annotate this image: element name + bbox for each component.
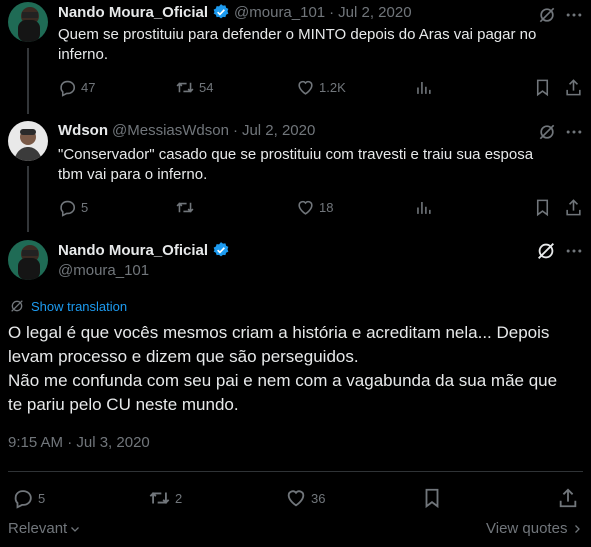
avatar[interactable] <box>8 240 48 280</box>
reply-icon <box>12 487 34 509</box>
like-button[interactable]: 1.2K <box>296 78 346 97</box>
like-icon <box>296 78 315 97</box>
retweet-button[interactable] <box>175 198 199 217</box>
separator-dot: · <box>329 3 335 21</box>
reply-count: 47 <box>81 80 96 95</box>
verified-badge-icon <box>212 3 230 21</box>
show-translation-label: Show translation <box>31 298 128 314</box>
chevron-down-icon <box>69 523 81 535</box>
divider <box>8 471 583 472</box>
retweet-icon <box>175 78 195 97</box>
avatar[interactable] <box>8 2 48 42</box>
retweet-button[interactable]: 54 <box>175 78 213 97</box>
retweet-icon <box>175 198 195 217</box>
reply-icon <box>58 78 77 97</box>
retweet-count: 2 <box>175 490 183 506</box>
bookmark-icon[interactable] <box>421 487 443 509</box>
author-name[interactable]: Wdson <box>58 122 108 139</box>
tweet-text: O legal é que vocês mesmos criam a histó… <box>8 323 558 414</box>
author-handle[interactable]: @moura_101 <box>234 4 325 21</box>
translate-icon <box>9 298 25 314</box>
like-count: 18 <box>319 200 334 215</box>
reply-count: 5 <box>81 200 89 215</box>
thread-line <box>27 166 29 232</box>
avatar[interactable] <box>8 121 48 161</box>
reply-icon <box>58 198 77 217</box>
share-icon[interactable] <box>557 487 579 509</box>
author-handle[interactable]: @moura_101 <box>58 262 149 279</box>
share-icon[interactable] <box>564 78 583 97</box>
reply-button[interactable]: 47 <box>58 78 95 97</box>
tweet-timestamp[interactable]: 9:15 AM · Jul 3, 2020 <box>8 434 150 451</box>
verified-badge-icon <box>212 241 230 259</box>
separator-dot: · <box>232 122 238 139</box>
chevron-right-icon <box>571 523 583 535</box>
sort-label: Relevant <box>8 520 68 537</box>
reply-button[interactable]: 5 <box>58 198 88 217</box>
grok-icon[interactable] <box>535 240 557 262</box>
bookmark-icon[interactable] <box>533 198 552 217</box>
thread-line <box>27 48 29 114</box>
reply-button[interactable]: 5 <box>12 487 45 509</box>
author-name[interactable]: Nando Moura_Oficial <box>58 242 208 259</box>
tweet-text: "Conservador" casado que se prostituiu c… <box>58 146 534 183</box>
share-icon[interactable] <box>564 198 583 217</box>
like-button[interactable]: 18 <box>296 198 333 217</box>
views-icon[interactable] <box>414 198 433 217</box>
tweet-date[interactable]: Jul 2, 2020 <box>338 4 411 21</box>
like-button[interactable]: 36 <box>285 487 325 509</box>
author-handle[interactable]: @MessiasWdson <box>112 122 229 139</box>
show-translation-link[interactable]: Show translation <box>9 298 127 314</box>
retweet-button[interactable]: 2 <box>148 487 182 509</box>
view-quotes-label: View quotes <box>486 520 568 537</box>
bookmark-icon[interactable] <box>533 78 552 97</box>
tweet-text: Quem se prostituiu para defender o MINTO… <box>58 26 537 63</box>
views-icon[interactable] <box>414 78 433 97</box>
view-quotes-link[interactable]: View quotes <box>486 520 583 537</box>
like-count: 36 <box>311 490 326 506</box>
author-name[interactable]: Nando Moura_Oficial <box>58 4 208 21</box>
retweet-count: 54 <box>199 80 214 95</box>
retweet-icon <box>148 487 171 509</box>
reply-count: 5 <box>38 490 46 506</box>
grok-icon[interactable] <box>537 5 557 25</box>
grok-icon[interactable] <box>537 122 557 142</box>
like-icon <box>296 198 315 217</box>
tweet-date[interactable]: Jul 2, 2020 <box>242 122 315 139</box>
more-icon[interactable] <box>564 122 584 142</box>
like-icon <box>285 487 307 509</box>
more-icon[interactable] <box>564 5 584 25</box>
more-icon[interactable] <box>564 241 584 261</box>
sort-dropdown[interactable]: Relevant <box>8 520 81 537</box>
like-count: 1.2K <box>319 80 346 95</box>
